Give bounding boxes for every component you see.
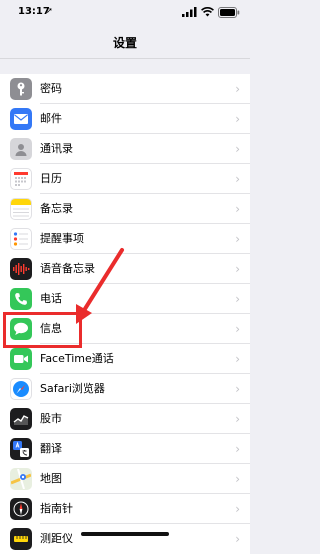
annotation-arrow-icon [76,248,124,324]
home-indicator [81,532,169,536]
